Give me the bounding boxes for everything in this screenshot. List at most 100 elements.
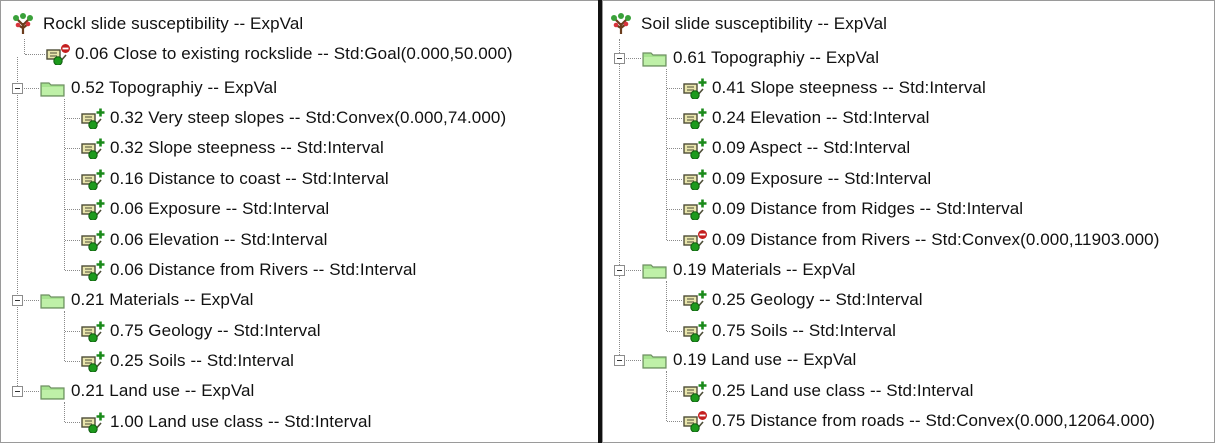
- tree-connector: [64, 99, 65, 270]
- tree-node-label: 0.09 Distance from Ridges -- Std:Interva…: [712, 199, 1024, 218]
- tree-connector: [65, 331, 80, 332]
- tree-node-criterion[interactable]: 0.25 Soils -- Std:Interval: [80, 346, 294, 376]
- criterion-plus-icon: [683, 381, 707, 402]
- tree-node-criterion[interactable]: 0.09 Distance from Ridges -- Std:Interva…: [682, 194, 1023, 224]
- tree-node-criterion[interactable]: 0.09 Exposure -- Std:Interval: [682, 164, 931, 194]
- tree-node-criterion[interactable]: 0.24 Elevation -- Std:Interval: [682, 103, 930, 133]
- tree-node-criterion[interactable]: 0.32 Very steep slopes -- Std:Convex(0.0…: [80, 103, 506, 133]
- criterion-plus-icon: [683, 138, 707, 159]
- tree-connector: [65, 361, 80, 362]
- tree-node-criterion[interactable]: 0.06 Exposure -- Std:Interval: [80, 194, 329, 224]
- criterion-plus-icon: [81, 230, 105, 251]
- tree-connector: [666, 281, 667, 331]
- collapse-toggle-topography[interactable]: [614, 53, 625, 64]
- tree-node-group-land-use[interactable]: 0.19 Land use -- ExpVal: [641, 345, 856, 375]
- tree-node-label: 0.06 Exposure -- Std:Interval: [110, 199, 330, 218]
- tree-connector: [667, 148, 682, 149]
- tree-node-label: 0.21 Materials -- ExpVal: [71, 290, 254, 309]
- criterion-plus-icon: [683, 108, 707, 129]
- tree-connector: [65, 270, 80, 271]
- tree-connector: [667, 240, 682, 241]
- tree-node-label: 0.06 Elevation -- Std:Interval: [110, 230, 328, 249]
- tree-node-label: 0.06 Distance from Rivers -- Std:Interva…: [110, 260, 417, 279]
- tree-node-label: 0.25 Geology -- Std:Interval: [712, 290, 923, 309]
- tree-node-criterion[interactable]: 0.06 Elevation -- Std:Interval: [80, 225, 328, 255]
- tree-connector: [667, 331, 682, 332]
- folder-icon: [40, 385, 65, 400]
- tree-connector: [64, 311, 65, 361]
- tree-connector: [667, 300, 682, 301]
- tree-node-label: 0.19 Materials -- ExpVal: [673, 260, 856, 279]
- tree-node-label: 0.25 Land use class -- Std:Interval: [712, 381, 974, 400]
- criterion-plus-icon: [683, 321, 707, 342]
- tree-node-label: 0.41 Slope steepness -- Std:Interval: [712, 78, 986, 97]
- criterion-minus-icon: [46, 44, 70, 65]
- criterion-plus-icon: [81, 321, 105, 342]
- tree-node-label: 1.00 Land use class -- Std:Interval: [110, 412, 372, 431]
- tree-connector: [667, 179, 682, 180]
- tree-node-group-topography[interactable]: 0.52 Topographiy -- ExpVal: [39, 73, 277, 103]
- tree-root-node[interactable]: Soil slide susceptibility -- ExpVal: [609, 9, 887, 39]
- tree-node-criterion[interactable]: 0.16 Distance to coast -- Std:Interval: [80, 164, 389, 194]
- tree-node-criterion[interactable]: 0.75 Geology -- Std:Interval: [80, 316, 321, 346]
- collapse-toggle-materials[interactable]: [614, 265, 625, 276]
- tree-connector: [65, 209, 80, 210]
- tree-connector: [17, 57, 18, 390]
- tree-connector: [667, 88, 682, 89]
- tree-node-group-topography[interactable]: 0.61 Topographiy -- ExpVal: [641, 43, 879, 73]
- collapse-toggle-materials[interactable]: [12, 295, 23, 306]
- tree-node-label: 0.06 Close to existing rockslide -- Std:…: [75, 44, 513, 63]
- criterion-plus-icon: [81, 169, 105, 190]
- tree-node-label: 0.32 Slope steepness -- Std:Interval: [110, 138, 384, 157]
- criterion-plus-icon: [81, 138, 105, 159]
- collapse-toggle-land-use[interactable]: [12, 386, 23, 397]
- tree-node-label: 0.24 Elevation -- Std:Interval: [712, 108, 930, 127]
- collapse-toggle-land-use[interactable]: [614, 355, 625, 366]
- tree-node-criterion[interactable]: 0.75 Distance from roads -- Std:Convex(0…: [682, 406, 1155, 436]
- criterion-plus-icon: [81, 260, 105, 281]
- tree-node-label: 0.25 Soils -- Std:Interval: [110, 351, 295, 370]
- tree-root-node[interactable]: Rockl slide susceptibility -- ExpVal: [11, 9, 303, 39]
- tree-node-label: 0.52 Topographiy -- ExpVal: [71, 78, 278, 97]
- tree-node-group-land-use[interactable]: 0.21 Land use -- ExpVal: [39, 376, 254, 406]
- tree-root-icon: [611, 13, 631, 34]
- criterion-plus-icon: [683, 290, 707, 311]
- criterion-plus-icon: [81, 351, 105, 372]
- tree-node-label: 0.09 Distance from Rivers -- Std:Convex(…: [712, 230, 1160, 249]
- tree-node-criterion[interactable]: 0.25 Land use class -- Std:Interval: [682, 376, 973, 406]
- tree-node-criterion[interactable]: 1.00 Land use class -- Std:Interval: [80, 407, 371, 437]
- tree-connector: [667, 391, 682, 392]
- tree-node-label: Soil slide susceptibility -- ExpVal: [641, 14, 887, 33]
- tree-node-group-materials[interactable]: 0.19 Materials -- ExpVal: [641, 255, 856, 285]
- tree-node-label: 0.75 Distance from roads -- Std:Convex(0…: [712, 411, 1156, 430]
- tree-connector: [65, 240, 80, 241]
- tree-node-criterion[interactable]: 0.25 Geology -- Std:Interval: [682, 285, 923, 315]
- folder-icon: [40, 294, 65, 309]
- tree-node-criterion[interactable]: 0.06 Distance from Rivers -- Std:Interva…: [80, 255, 416, 285]
- tree-node-label: 0.09 Exposure -- Std:Interval: [712, 169, 932, 188]
- left-tree-panel: Rockl slide susceptibility -- ExpVal 0.0…: [0, 0, 599, 443]
- criterion-plus-icon: [81, 199, 105, 220]
- tree-node-criterion[interactable]: 0.75 Soils -- Std:Interval: [682, 316, 896, 346]
- collapse-toggle-topography[interactable]: [12, 83, 23, 94]
- tree-root-icon: [13, 13, 33, 34]
- tree-node-label: 0.19 Land use -- ExpVal: [673, 350, 857, 369]
- tree-connector: [65, 422, 80, 423]
- tree-connector: [24, 39, 25, 54]
- tree-connector: [65, 118, 80, 119]
- tree-node-criterion[interactable]: 0.06 Close to existing rockslide -- Std:…: [45, 39, 513, 69]
- tree-connector: [667, 209, 682, 210]
- tree-node-criterion[interactable]: 0.41 Slope steepness -- Std:Interval: [682, 73, 986, 103]
- tree-connector: [65, 179, 80, 180]
- tree-node-group-materials[interactable]: 0.21 Materials -- ExpVal: [39, 285, 254, 315]
- criterion-plus-icon: [81, 108, 105, 129]
- criterion-plus-icon: [683, 199, 707, 220]
- criterion-plus-icon: [81, 412, 105, 433]
- folder-icon: [40, 82, 65, 97]
- tree-connector: [666, 69, 667, 240]
- tree-node-label: 0.61 Topographiy -- ExpVal: [673, 48, 880, 67]
- tree-node-criterion[interactable]: 0.32 Slope steepness -- Std:Interval: [80, 133, 384, 163]
- tree-node-criterion[interactable]: 0.09 Distance from Rivers -- Std:Convex(…: [682, 225, 1160, 255]
- tree-connector: [619, 39, 620, 359]
- tree-node-criterion[interactable]: 0.09 Aspect -- Std:Interval: [682, 133, 910, 163]
